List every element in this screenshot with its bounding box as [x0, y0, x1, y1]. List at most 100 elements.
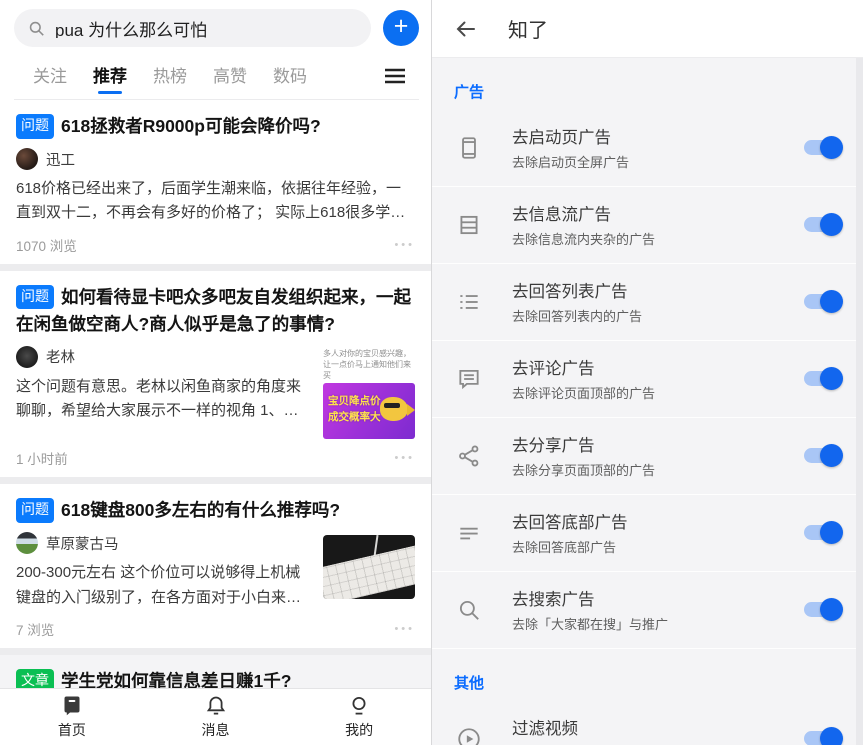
feed-panel: + 关注 推荐 热榜 高赞 数码 问题618拯救者R9000p可能会降价吗?: [0, 0, 432, 745]
card-title: 问题618拯救者R9000p可能会降价吗?: [16, 113, 415, 140]
settings-list: 广告 去启动页广告 去除启动页全屏广告: [432, 58, 863, 745]
promo-thumbnail: 多人对你的宝贝感兴趣，让一点价马上通知他们来买 宝贝降点价 成交概率大: [323, 349, 415, 439]
setting-title: 去信息流广告: [512, 201, 790, 225]
author-avatar: [16, 148, 38, 170]
profile-icon: [347, 694, 371, 718]
tab-upvoted[interactable]: 高赞: [213, 62, 247, 99]
setting-title: 去评论广告: [512, 355, 790, 379]
toggle-switch[interactable]: [804, 371, 841, 386]
list-icon: [454, 289, 484, 315]
card-title: 问题如何看待显卡吧众多吧友自发组织起来，一起在闲鱼做空商人?商人似乎是急了的事情…: [16, 284, 415, 338]
card-title: 文章学生党如何靠信息差日赚1千?: [16, 668, 415, 688]
feed-header: + 关注 推荐 热榜 高赞 数码: [0, 0, 431, 100]
question-badge: 问题: [16, 285, 54, 310]
setting-title: 去回答底部广告: [512, 509, 790, 533]
setting-title: 去启动页广告: [512, 124, 790, 148]
setting-row-feed-ads[interactable]: 去信息流广告 去除信息流内夹杂的广告: [432, 187, 863, 264]
setting-subtitle: 去除「大家都在搜」与推广: [512, 614, 790, 633]
phone-icon: [454, 135, 484, 161]
setting-row-comment-ads[interactable]: 去评论广告 去除评论页面顶部的广告: [432, 341, 863, 418]
more-icon[interactable]: •••: [394, 623, 415, 635]
question-badge: 问题: [16, 114, 54, 139]
feed-card-2[interactable]: 问题如何看待显卡吧众多吧友自发组织起来，一起在闲鱼做空商人?商人似乎是急了的事情…: [0, 271, 431, 478]
share-icon: [454, 443, 484, 469]
nav-messages[interactable]: 消息: [144, 689, 288, 745]
author-name: 老林: [46, 346, 75, 367]
question-badge: 问题: [16, 498, 54, 523]
author-row[interactable]: 迅工: [16, 148, 415, 170]
setting-subtitle: 去除回答列表内的广告: [512, 306, 790, 325]
setting-subtitle: 去除回答底部广告: [512, 537, 790, 556]
setting-subtitle: 去除分享页面顶部的广告: [512, 460, 790, 479]
scrollbar[interactable]: [856, 58, 863, 745]
setting-row-search-ads[interactable]: 去搜索广告 去除「大家都在搜」与推广: [432, 572, 863, 649]
tab-menu-icon[interactable]: [385, 68, 405, 94]
toggle-switch[interactable]: [804, 217, 841, 232]
more-icon[interactable]: •••: [394, 452, 415, 464]
article-badge: 文章: [16, 669, 54, 688]
toggle-switch[interactable]: [804, 140, 841, 155]
setting-row-filter-video[interactable]: 过滤视频 去除推荐列表内的视频: [432, 701, 863, 745]
setting-subtitle: 去除信息流内夹杂的广告: [512, 229, 790, 248]
card-excerpt: 200-300元左右 这个价位可以说够得上机械键盘的入门级别了，在各方面对于小白…: [16, 561, 311, 610]
nav-profile[interactable]: 我的: [287, 689, 431, 745]
tab-follow[interactable]: 关注: [33, 62, 67, 99]
keyboard-thumbnail: [323, 535, 415, 599]
author-avatar: [16, 346, 38, 368]
section-header-ads: 广告: [432, 58, 863, 110]
tab-hot[interactable]: 热榜: [153, 62, 187, 99]
card-meta: 7 浏览: [16, 619, 54, 639]
toggle-switch[interactable]: [804, 294, 841, 309]
tab-digital[interactable]: 数码: [273, 62, 307, 99]
feed-card-3[interactable]: 问题618键盘800多左右的有什么推荐吗? 草原蒙古马 200-300元左右 这…: [0, 484, 431, 648]
feed-card-1[interactable]: 问题618拯救者R9000p可能会降价吗? 迅工 618价格已经出来了，后面学生…: [0, 100, 431, 264]
toggle-switch[interactable]: [804, 525, 841, 540]
card-meta: 1 小时前: [16, 448, 68, 468]
promo-note: 多人对你的宝贝感兴趣，让一点价马上通知他们来买: [323, 349, 415, 381]
add-button[interactable]: +: [383, 10, 419, 46]
toggle-switch[interactable]: [804, 731, 841, 745]
section-header-other: 其他: [432, 649, 863, 701]
setting-title: 去回答列表广告: [512, 278, 790, 302]
nav-home[interactable]: 首页: [0, 689, 144, 745]
back-icon[interactable]: [454, 17, 478, 41]
bottom-nav: 首页 消息 我的: [0, 688, 431, 745]
feed-rows-icon: [454, 212, 484, 238]
text-lines-icon: [454, 520, 484, 546]
promo-image: 宝贝降点价 成交概率大: [323, 383, 415, 439]
nav-label: 首页: [58, 720, 86, 740]
setting-title: 去分享广告: [512, 432, 790, 456]
setting-row-splash-ads[interactable]: 去启动页广告 去除启动页全屏广告: [432, 110, 863, 187]
tab-recommend[interactable]: 推荐: [93, 62, 127, 99]
card-excerpt: 618价格已经出来了，后面学生潮来临，依据往年经验，一直到双十二，不再会有多好的…: [16, 177, 415, 226]
author-name: 草原蒙古马: [46, 533, 119, 554]
settings-header: 知了: [432, 0, 863, 58]
card-title: 问题618键盘800多左右的有什么推荐吗?: [16, 497, 415, 524]
setting-row-answer-list-ads[interactable]: 去回答列表广告 去除回答列表内的广告: [432, 264, 863, 341]
more-icon[interactable]: •••: [394, 239, 415, 251]
tab-bar: 关注 推荐 热榜 高赞 数码: [14, 47, 419, 100]
setting-row-share-ads[interactable]: 去分享广告 去除分享页面顶部的广告: [432, 418, 863, 495]
toggle-switch[interactable]: [804, 448, 841, 463]
feed-card-4[interactable]: 文章学生党如何靠信息差日赚1千? 小葵: [0, 655, 431, 688]
feed-list: 问题618拯救者R9000p可能会降价吗? 迅工 618价格已经出来了，后面学生…: [0, 100, 431, 688]
comment-icon: [454, 366, 484, 392]
setting-subtitle: 去除评论页面顶部的广告: [512, 383, 790, 402]
fish-illustration: [380, 397, 408, 421]
search-icon: [27, 19, 46, 38]
nav-label: 消息: [202, 720, 230, 740]
setting-row-answer-bottom-ads[interactable]: 去回答底部广告 去除回答底部广告: [432, 495, 863, 572]
search-input[interactable]: [55, 18, 358, 38]
setting-title: 过滤视频: [512, 715, 790, 739]
app-root: + 关注 推荐 热榜 高赞 数码 问题618拯救者R9000p可能会降价吗?: [0, 0, 863, 745]
nav-label: 我的: [345, 720, 373, 740]
toggle-switch[interactable]: [804, 602, 841, 617]
card-excerpt: 这个问题有意思。老林以闲鱼商家的角度来聊聊，希望给大家展示不一样的视角 1、自发…: [16, 375, 311, 424]
search-bar[interactable]: [14, 9, 371, 47]
bell-icon: [204, 694, 228, 718]
home-icon: [60, 694, 84, 718]
setting-subtitle: 去除启动页全屏广告: [512, 152, 790, 171]
setting-title: 去搜索广告: [512, 586, 790, 610]
author-avatar: [16, 532, 38, 554]
play-icon: [454, 726, 484, 745]
